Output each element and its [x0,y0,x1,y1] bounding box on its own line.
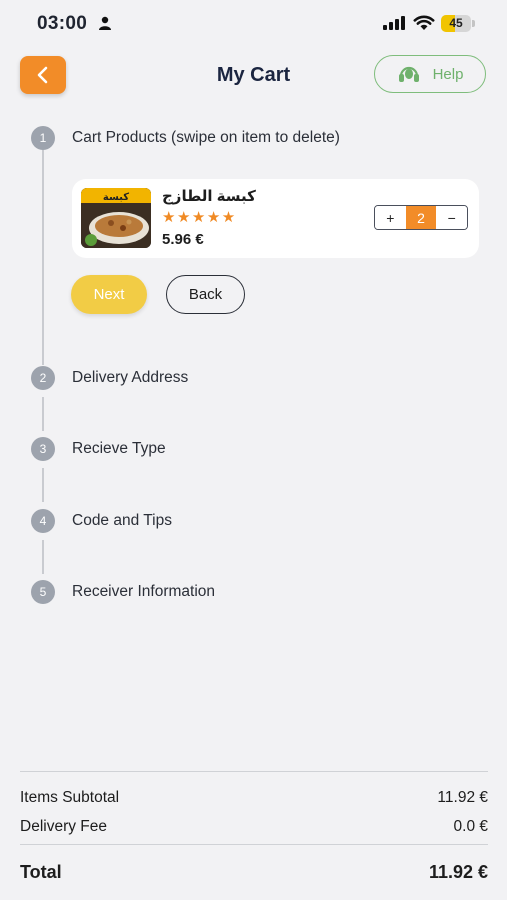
signal-icon [383,16,405,30]
help-button[interactable]: Help [374,55,486,93]
help-label: Help [432,65,464,83]
person-icon [99,16,111,30]
step-4-number: 4 [31,509,55,533]
step-5-number: 5 [31,580,55,604]
headset-icon [398,66,419,82]
wifi-icon [413,15,435,30]
summary-divider-bottom [20,844,488,845]
back-step-button[interactable]: Back [166,275,245,314]
step-4-label[interactable]: Code and Tips [72,512,172,530]
step-connector [42,150,44,365]
step-2-number: 2 [31,366,55,390]
step-3-number: 3 [31,437,55,461]
quantity-value: 2 [405,206,437,229]
subtotal-label: Items Subtotal [20,789,120,806]
decrease-quantity-button[interactable]: − [436,206,467,229]
cart-item-card[interactable]: كبسة كبسة الطازج ★★★★★ 5.96 € + 2 − [72,179,479,258]
product-image-label: كبسة [103,192,129,203]
status-bar: 03:00 45 [0,0,507,48]
step-5-label[interactable]: Receiver Information [72,583,215,601]
step-connector [42,468,44,502]
battery-icon: 45 [441,15,475,32]
product-price: 5.96 € [162,231,204,248]
increase-quantity-button[interactable]: + [375,206,406,229]
step-1-label[interactable]: Cart Products (swipe on item to delete) [72,129,340,147]
delivery-fee-value: 0.0 € [453,818,488,835]
next-button[interactable]: Next [71,275,147,314]
step-2-label[interactable]: Delivery Address [72,369,188,387]
battery-level: 45 [449,16,463,30]
total-value: 11.92 € [428,862,488,882]
product-image: كبسة [81,188,151,248]
rating-stars: ★★★★★ [162,209,237,226]
status-time: 03:00 [37,13,88,34]
step-3-label[interactable]: Recieve Type [72,440,166,458]
step-connector [42,540,44,574]
summary-divider-top [20,771,488,772]
step-connector [42,397,44,431]
quantity-stepper: + 2 − [374,205,468,230]
step-1-number: 1 [31,126,55,150]
delivery-fee-label: Delivery Fee [20,818,107,835]
subtotal-value: 11.92 € [437,789,488,806]
product-name: كبسة الطازج [162,188,256,205]
total-label: Total [20,862,62,882]
